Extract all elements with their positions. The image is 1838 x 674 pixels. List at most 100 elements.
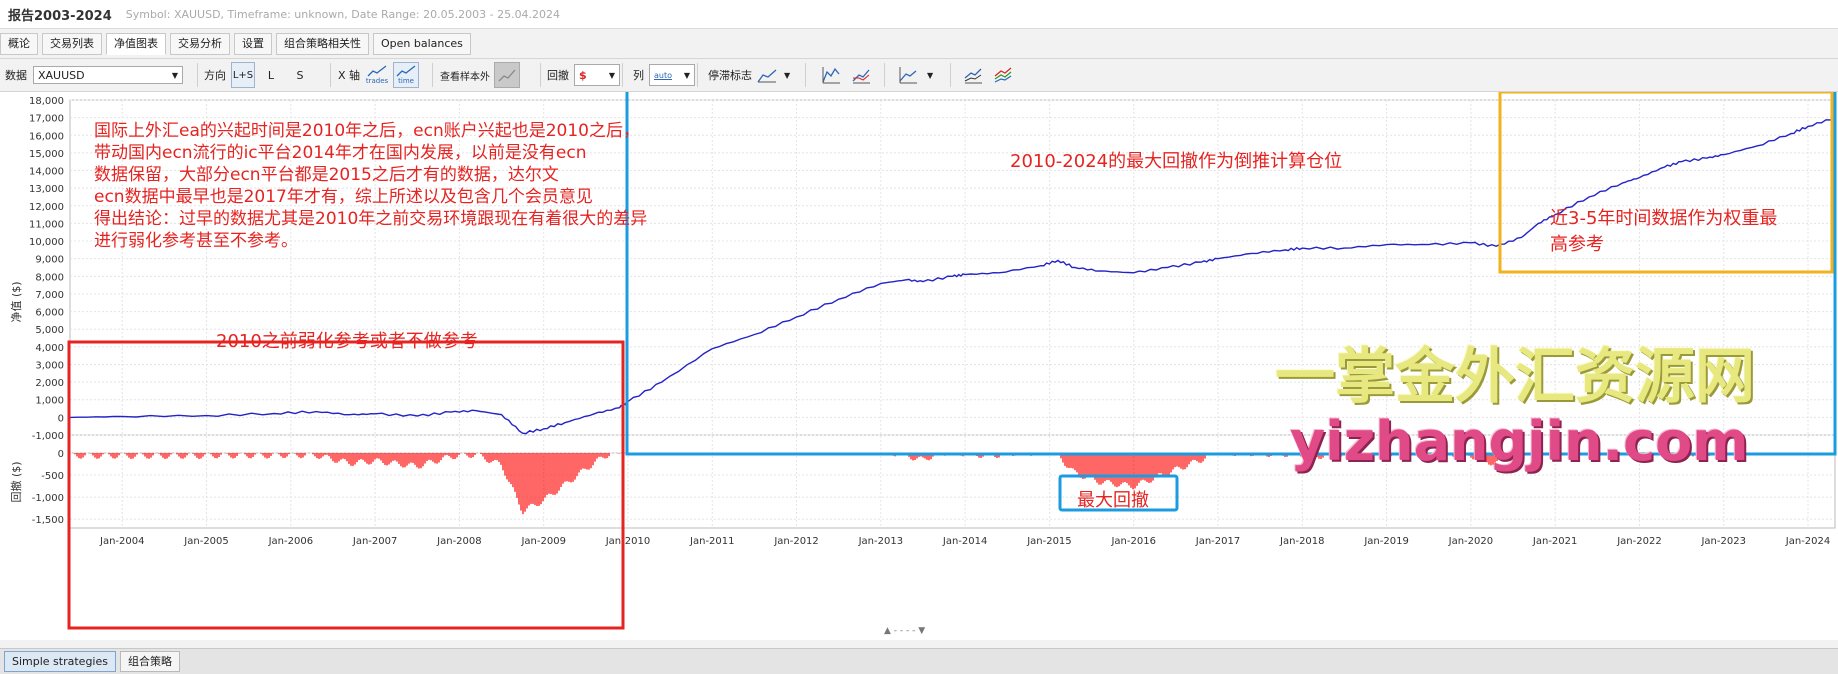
- toolbar-divider: [697, 63, 698, 87]
- stagnation-chart-icon: [757, 69, 777, 83]
- data-select[interactable]: XAUUSD ▼: [33, 66, 183, 84]
- x-tick-label: Jan-2018: [1279, 536, 1324, 547]
- y-tick-label: 0: [58, 413, 64, 424]
- x-tick-label: Jan-2009: [520, 536, 565, 547]
- annotation-line: ecn数据中最早也是2017年才有，综上所述以及包含几个会员意见: [94, 187, 593, 207]
- dollar-icon: $: [579, 68, 587, 82]
- xaxis-trades-label: trades: [365, 77, 389, 85]
- y-tick-label: 16,000: [29, 131, 64, 142]
- bottom-tabs: Simple strategies 组合策略: [0, 648, 1838, 674]
- y-tick-label: -1,000: [32, 431, 64, 442]
- data-select-value: XAUUSD: [38, 68, 85, 82]
- multi-color-series-icon: [994, 67, 1012, 83]
- chevron-down-icon: ▼: [608, 70, 615, 80]
- dd-tick-label: 0: [58, 449, 64, 460]
- y-tick-label: 5,000: [35, 325, 64, 336]
- y-tick-label: 13,000: [29, 184, 64, 195]
- xaxis-time-label: time: [398, 77, 414, 85]
- tab-trade-analysis[interactable]: 交易分析: [170, 33, 230, 55]
- annotation-recent: 近3-5年时间数据作为权重最 高参考: [1550, 206, 1777, 258]
- multi-color-series-button[interactable]: [990, 62, 1016, 88]
- direction-long-button[interactable]: L: [258, 62, 284, 88]
- x-tick-label: Jan-2015: [1026, 536, 1071, 547]
- tab-open-balances[interactable]: Open balances: [373, 33, 471, 55]
- y-tick-label: 15,000: [29, 149, 64, 160]
- equity-line-button[interactable]: [818, 62, 844, 88]
- annotation-line: 国际上外汇ea的兴起时间是2010年之后，ecn账户兴起也是2010之后，: [94, 121, 640, 141]
- line-chart-icon: [367, 65, 387, 77]
- annotation-post2010: 2010-2024的最大回撤作为倒推计算仓位: [1010, 151, 1343, 172]
- multi-series-button[interactable]: [960, 62, 986, 88]
- annotation-line: 高参考: [1550, 234, 1604, 255]
- x-tick-label: Jan-2007: [352, 536, 397, 547]
- y-tick-label: 7,000: [35, 290, 64, 301]
- line-chart-icon: [396, 65, 416, 77]
- xaxis-trades-button[interactable]: trades: [364, 62, 390, 88]
- multi-series-icon: [964, 68, 982, 84]
- x-axis: Jan-2004 Jan-2005 Jan-2006 Jan-2007 Jan-2008…: [99, 536, 1830, 547]
- trend-line-button[interactable]: [895, 62, 921, 88]
- columns-select[interactable]: auto ▼: [649, 64, 695, 86]
- annotation-line: 进行弱化参考甚至不参考。: [94, 231, 298, 251]
- insample-label: 查看样本外: [440, 71, 490, 83]
- tab-equity-chart[interactable]: 净值图表: [106, 33, 166, 55]
- x-tick-label: Jan-2012: [773, 536, 818, 547]
- x-tick-label: Jan-2023: [1700, 536, 1745, 547]
- chevron-down-icon[interactable]: ▼: [927, 71, 933, 80]
- pre2010-annotation-box: [67, 340, 625, 630]
- toolbar-divider: [432, 63, 433, 87]
- annotation-ecn-history: 国际上外汇ea的兴起时间是2010年之后，ecn账户兴起也是2010之后， 带动…: [94, 120, 647, 252]
- drawdown-axis-label: 回撤 ($): [9, 461, 23, 502]
- direction-ls-button[interactable]: L+S: [231, 62, 255, 88]
- trend-line-icon: [899, 67, 917, 84]
- title-bar: 报告2003-2024 Symbol: XAUUSD, Timeframe: u…: [0, 0, 1838, 29]
- y-tick-label: 3,000: [35, 360, 64, 371]
- x-tick-label: Jan-2004: [99, 536, 144, 547]
- annotation-line: 近3-5年时间数据作为权重最: [1550, 208, 1778, 229]
- tab-overview[interactable]: 概论: [0, 33, 38, 55]
- y-tick-label: 10,000: [29, 237, 64, 248]
- y-tick-label: 2,000: [35, 378, 64, 389]
- annotation-line: 带动国内ecn流行的ic平台2014年才在国内发展，以前是没有ecn: [94, 143, 587, 163]
- toolbar-divider: [540, 63, 541, 87]
- x-tick-label: Jan-2019: [1363, 536, 1408, 547]
- columns-label: 列: [633, 69, 644, 82]
- x-tick-label: Jan-2020: [1448, 536, 1493, 547]
- watermark-url: yizhangjin.com: [1290, 410, 1749, 473]
- dd-tick-label: -500: [41, 471, 64, 482]
- report-meta: Symbol: XAUUSD, Timeframe: unknown, Date…: [125, 7, 561, 21]
- x-tick-label: Jan-2014: [942, 536, 987, 547]
- tab-portfolio-correlation[interactable]: 组合策略相关性: [276, 33, 369, 55]
- x-tick-label: Jan-2010: [605, 536, 650, 547]
- equity-compare-button[interactable]: [848, 62, 874, 88]
- x-tick-label: Jan-2017: [1195, 536, 1240, 547]
- toolbar-divider: [884, 63, 885, 87]
- dd-tick-label: -1,500: [32, 515, 64, 526]
- x-tick-label: Jan-2006: [268, 536, 313, 547]
- toolbar-divider: [622, 63, 623, 87]
- tab-trade-list[interactable]: 交易列表: [42, 33, 102, 55]
- y-tick-label: 1,000: [35, 396, 64, 407]
- watermark-brand: 一掌金外汇资源网: [1275, 342, 1755, 412]
- x-tick-label: Jan-2016: [1110, 536, 1155, 547]
- tab-portfolio-strategies[interactable]: 组合策略: [119, 651, 180, 672]
- tab-simple-strategies[interactable]: Simple strategies: [4, 651, 116, 672]
- x-tick-label: Jan-2013: [858, 536, 903, 547]
- window-title: 报告2003-2024: [8, 8, 112, 24]
- direction-short-button[interactable]: S: [287, 62, 313, 88]
- annotation-line: 数据保留，大部分ecn平台都是2015之后才有的数据，达尔文: [94, 165, 559, 185]
- data-label: 数据: [5, 69, 27, 82]
- tab-settings[interactable]: 设置: [234, 33, 272, 55]
- xaxis-time-button[interactable]: time: [393, 62, 420, 88]
- y-tick-label: 6,000: [35, 308, 64, 319]
- stagnation-button[interactable]: [754, 62, 780, 88]
- y-tick-label: 12,000: [29, 202, 64, 213]
- drawdown-select[interactable]: $ ▼: [574, 64, 620, 86]
- chart-toolbar: 数据 XAUUSD ▼ 方向 L+S L S X 轴 trades time 查…: [0, 58, 1838, 92]
- equity-chart-panel: 18,000 17,000 16,000 15,000 14,000 13,000 12,0…: [0, 80, 1838, 640]
- chevron-down-icon[interactable]: ▼: [784, 71, 790, 80]
- insample-toggle[interactable]: [494, 62, 520, 88]
- x-tick-label: Jan-2024: [1785, 536, 1830, 547]
- panel-collapse-handle[interactable]: ▲ - - - - ▼: [884, 626, 925, 636]
- y-tick-label: 14,000: [29, 167, 64, 178]
